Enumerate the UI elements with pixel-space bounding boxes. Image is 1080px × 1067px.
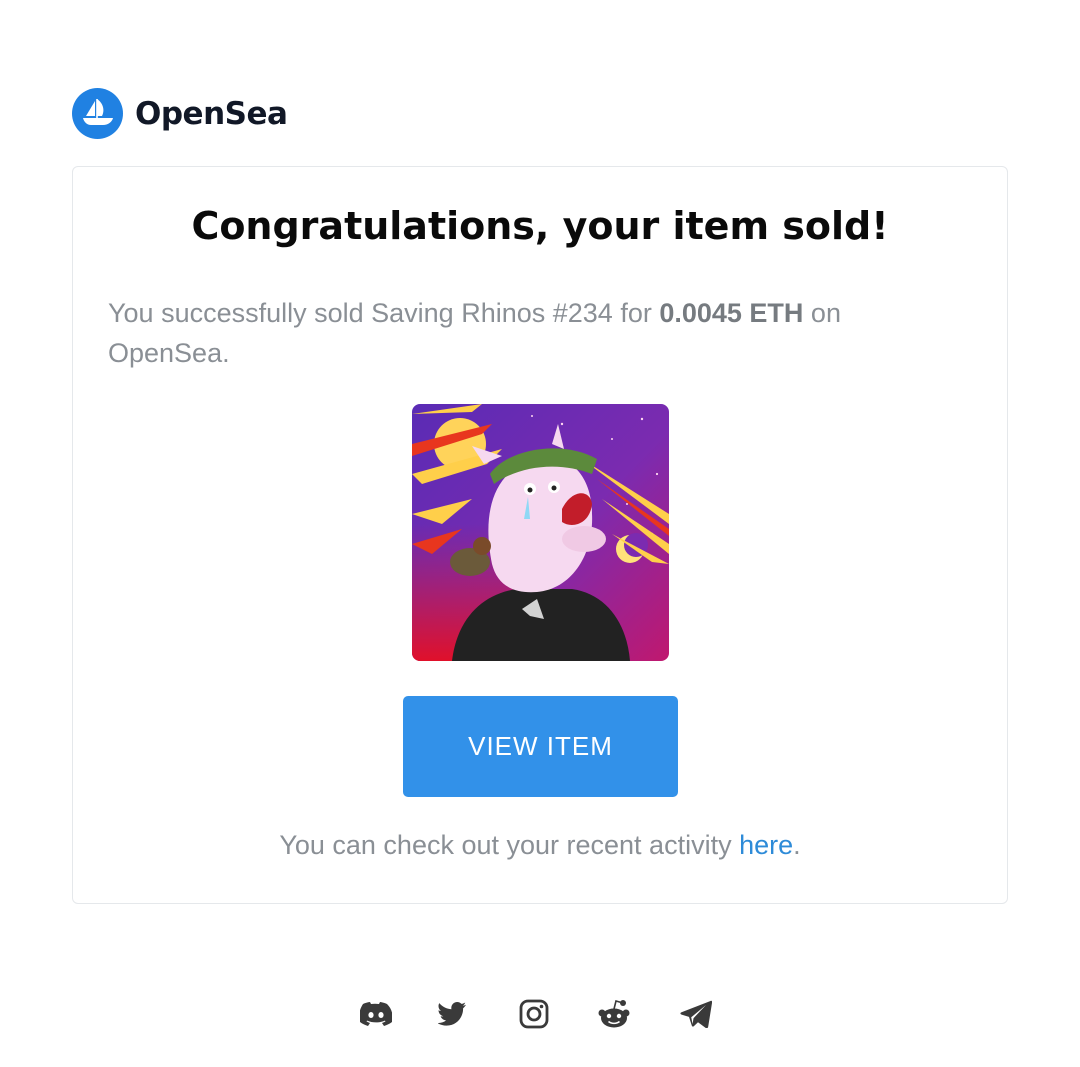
reddit-icon[interactable] [596,996,632,1032]
discord-icon[interactable] [358,996,394,1032]
activity-suffix: . [793,830,801,860]
social-links [0,996,1080,1032]
telegram-icon[interactable] [678,996,714,1032]
twitter-icon[interactable] [434,996,470,1032]
nft-image[interactable] [412,404,669,661]
opensea-logo[interactable]: OpenSea [72,88,288,139]
instagram-icon[interactable] [516,996,552,1032]
card-title: Congratulations, your item sold! [191,204,889,248]
sale-message-prefix: You successfully sold Saving Rhinos #234… [108,298,660,328]
activity-text: You can check out your recent activity h… [0,830,1080,861]
email-page: OpenSea Congratulations, your item sold!… [0,0,1080,1067]
sale-message: You successfully sold Saving Rhinos #234… [108,293,968,373]
activity-link[interactable]: here [739,830,793,860]
activity-prefix: You can check out your recent activity [279,830,740,860]
opensea-ship-icon [72,88,123,139]
sale-price: 0.0045 ETH [659,298,804,328]
rhino-nft-artwork [412,404,669,661]
brand-name: OpenSea [135,95,288,132]
view-item-button[interactable]: VIEW ITEM [403,696,678,797]
